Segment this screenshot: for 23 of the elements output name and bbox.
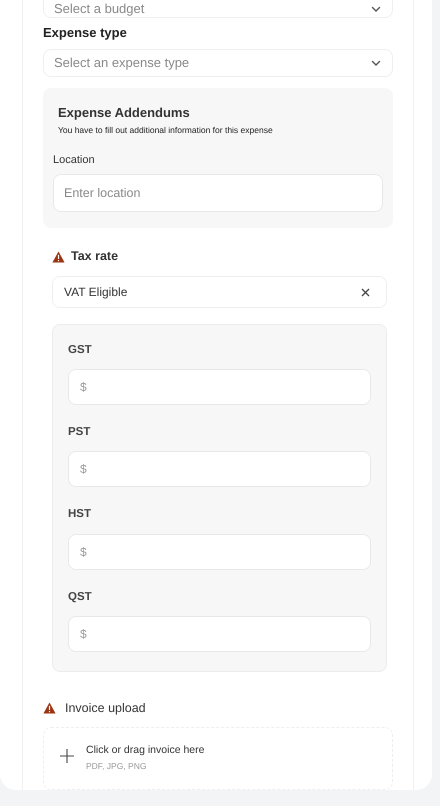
- tax-rate-select[interactable]: VAT Eligible: [52, 276, 387, 308]
- close-icon[interactable]: [361, 288, 370, 297]
- upload-prompt: Click or drag invoice here: [86, 742, 204, 758]
- budget-select[interactable]: Select a budget: [43, 0, 393, 18]
- field-label: PST: [68, 425, 92, 440]
- panel-title: Expense Addendums: [57, 104, 191, 122]
- field-label: HST: [68, 507, 92, 522]
- field-label: Invoice upload: [65, 700, 146, 717]
- amount-field[interactable]: $: [68, 451, 371, 488]
- expense-type-select[interactable]: Select an expense type: [43, 48, 393, 77]
- location-field[interactable]: Enter location: [53, 174, 383, 212]
- upload-dropzone[interactable]: Click or drag invoice here PDF, JPG, PNG: [43, 726, 393, 790]
- amount-field[interactable]: $: [68, 369, 371, 406]
- field-label: Location: [53, 152, 96, 168]
- upload-formats: PDF, JPG, PNG: [86, 760, 148, 774]
- field-label: GST: [68, 342, 93, 358]
- amount-field[interactable]: $: [68, 534, 371, 570]
- field-label: QST: [68, 590, 93, 605]
- plus-icon: [60, 748, 74, 763]
- field-label: Tax rate: [71, 248, 118, 266]
- field-label: Expense type: [43, 24, 128, 42]
- amount-field[interactable]: $: [68, 616, 371, 652]
- panel-subtitle: You have to fill out additional information for this expense: [57, 124, 274, 137]
